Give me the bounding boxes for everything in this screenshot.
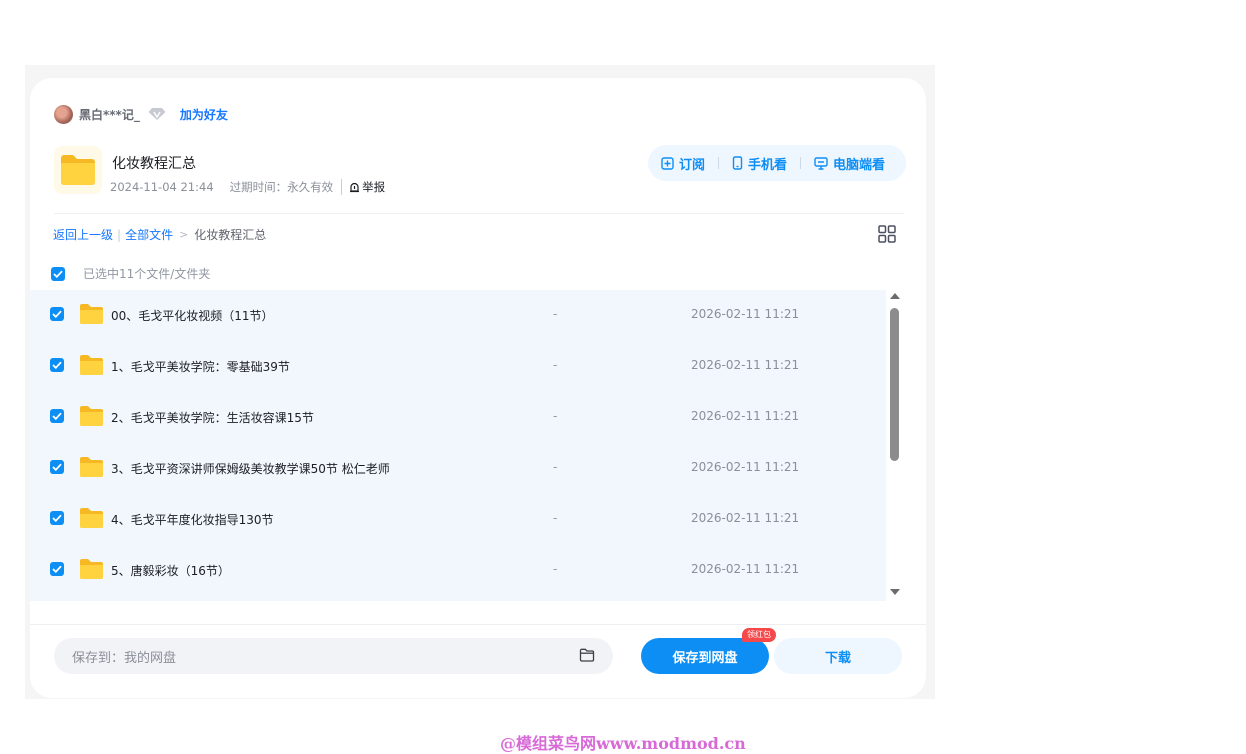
save-to-drive-button[interactable]: 保存到网盘 xyxy=(641,638,769,674)
file-list: 00、毛戈平化妆视频（11节） - 2026-02-11 11:21 1、毛戈平… xyxy=(30,290,886,601)
file-date: 2026-02-11 11:21 xyxy=(691,307,800,321)
action-divider xyxy=(718,157,720,169)
report-label: 举报 xyxy=(362,180,386,194)
breadcrumb-chevron-icon: > xyxy=(179,228,189,241)
breadcrumb-all-files-link[interactable]: 全部文件 xyxy=(125,226,173,243)
subscribe-icon xyxy=(661,156,674,170)
breadcrumb-back-link[interactable]: 返回上一级 xyxy=(53,226,113,243)
save-location-text: 保存到：我的网盘 xyxy=(72,650,177,666)
file-name[interactable]: 3、毛戈平资深讲师保姆级美妆教学课50节 松仁老师 xyxy=(111,460,390,477)
check-icon xyxy=(52,412,62,420)
footer-divider xyxy=(30,624,926,625)
share-expiry: 过期时间：永久有效 xyxy=(229,180,334,194)
report-button[interactable]: 举报 xyxy=(341,179,385,195)
choose-folder-icon[interactable] xyxy=(579,648,595,666)
subscribe-label: 订阅 xyxy=(679,157,706,173)
file-row[interactable]: 3、毛戈平资深讲师保姆级美妆教学课50节 松仁老师 - 2026-02-11 1… xyxy=(30,443,886,494)
desktop-view-button[interactable]: 电脑端看 xyxy=(814,154,885,173)
file-size: - xyxy=(553,307,558,321)
share-created-date: 2024-11-04 21:44 xyxy=(110,180,214,194)
mobile-view-button[interactable]: 手机看 xyxy=(732,154,787,173)
file-row[interactable]: 4、毛戈平年度化妆指导130节 - 2026-02-11 11:21 xyxy=(30,494,886,545)
action-divider xyxy=(800,157,802,169)
folder-icon xyxy=(79,507,104,533)
file-row[interactable]: 1、毛戈平美妆学院：零基础39节 - 2026-02-11 11:21 xyxy=(30,341,886,392)
download-button[interactable]: 下载 xyxy=(774,638,902,674)
folder-icon xyxy=(79,303,104,329)
file-date: 2026-02-11 11:21 xyxy=(691,460,800,474)
file-row[interactable]: 2、毛戈平美妆学院：生活妆容课15节 - 2026-02-11 11:21 xyxy=(30,392,886,443)
share-folder-icon xyxy=(54,146,102,194)
vip-diamond-icon xyxy=(148,107,166,121)
check-icon xyxy=(52,514,62,522)
header-divider xyxy=(54,213,904,214)
subscribe-button[interactable]: 订阅 xyxy=(661,154,705,173)
check-icon xyxy=(52,310,62,318)
file-row[interactable]: 5、唐毅彩妆（16节） - 2026-02-11 11:21 xyxy=(30,545,886,596)
share-title: 化妆教程汇总 xyxy=(112,156,196,172)
folder-icon xyxy=(79,354,104,380)
file-name[interactable]: 4、毛戈平年度化妆指导130节 xyxy=(111,511,274,528)
save-location-field[interactable]: 保存到：我的网盘 xyxy=(54,638,613,674)
scroll-up-arrow-icon[interactable] xyxy=(890,293,900,299)
scrollbar-thumb[interactable] xyxy=(890,308,899,461)
file-size: - xyxy=(553,460,558,474)
phone-icon xyxy=(732,156,743,170)
file-date: 2026-02-11 11:21 xyxy=(691,562,800,576)
file-date: 2026-02-11 11:21 xyxy=(691,409,800,423)
select-all-row: 已选中11个文件/文件夹 xyxy=(51,265,210,282)
folder-icon xyxy=(79,558,104,584)
file-name[interactable]: 1、毛戈平美妆学院：零基础39节 xyxy=(111,358,290,375)
desktop-view-label: 电脑端看 xyxy=(833,157,886,173)
report-icon xyxy=(350,182,360,192)
row-checkbox[interactable] xyxy=(50,409,64,423)
share-meta: 2024-11-04 21:44 过期时间：永久有效 举报 xyxy=(110,179,385,195)
selection-count: 已选中11个文件/文件夹 xyxy=(83,267,211,281)
view-actions: 订阅 手机看 电脑端看 xyxy=(648,145,906,181)
check-icon xyxy=(52,565,62,573)
check-icon xyxy=(52,361,62,369)
avatar[interactable] xyxy=(54,104,73,124)
mobile-view-label: 手机看 xyxy=(748,157,788,173)
watermark: @模组菜鸟网www.modmod.cn xyxy=(500,734,746,753)
check-icon xyxy=(53,270,63,278)
grid-view-toggle[interactable] xyxy=(878,225,896,247)
red-packet-badge: 领红包 xyxy=(742,628,776,642)
scroll-down-arrow-icon[interactable] xyxy=(890,589,900,595)
file-date: 2026-02-11 11:21 xyxy=(691,511,800,525)
file-size: - xyxy=(553,358,558,372)
owner-username: 黑白***记_ xyxy=(79,107,140,122)
breadcrumb-current: 化妆教程汇总 xyxy=(194,228,267,242)
folder-icon xyxy=(79,405,104,431)
row-checkbox[interactable] xyxy=(50,307,64,321)
file-date: 2026-02-11 11:21 xyxy=(691,358,800,372)
share-dialog: 黑白***记_ 加为好友 化妆教程汇总 2024-11-04 21:44 过期时… xyxy=(30,78,926,698)
breadcrumb-separator: | xyxy=(117,227,122,242)
file-size: - xyxy=(553,511,558,525)
monitor-icon xyxy=(814,156,828,170)
row-checkbox[interactable] xyxy=(50,358,64,372)
file-row[interactable]: 00、毛戈平化妆视频（11节） - 2026-02-11 11:21 xyxy=(30,290,886,341)
row-checkbox[interactable] xyxy=(50,460,64,474)
file-size: - xyxy=(553,409,558,423)
breadcrumb: 返回上一级 | 全部文件 > 化妆教程汇总 xyxy=(53,226,266,243)
row-checkbox[interactable] xyxy=(50,562,64,576)
grid-icon xyxy=(878,225,896,243)
row-checkbox[interactable] xyxy=(50,511,64,525)
add-friend-link[interactable]: 加为好友 xyxy=(180,106,228,123)
file-name[interactable]: 5、唐毅彩妆（16节） xyxy=(111,562,230,579)
file-name[interactable]: 00、毛戈平化妆视频（11节） xyxy=(111,307,274,324)
file-size: - xyxy=(553,562,558,576)
select-all-checkbox[interactable] xyxy=(51,266,65,281)
check-icon xyxy=(52,463,62,471)
file-name[interactable]: 2、毛戈平美妆学院：生活妆容课15节 xyxy=(111,409,314,426)
owner-row: 黑白***记_ 加为好友 xyxy=(54,104,228,124)
folder-icon xyxy=(79,456,104,482)
